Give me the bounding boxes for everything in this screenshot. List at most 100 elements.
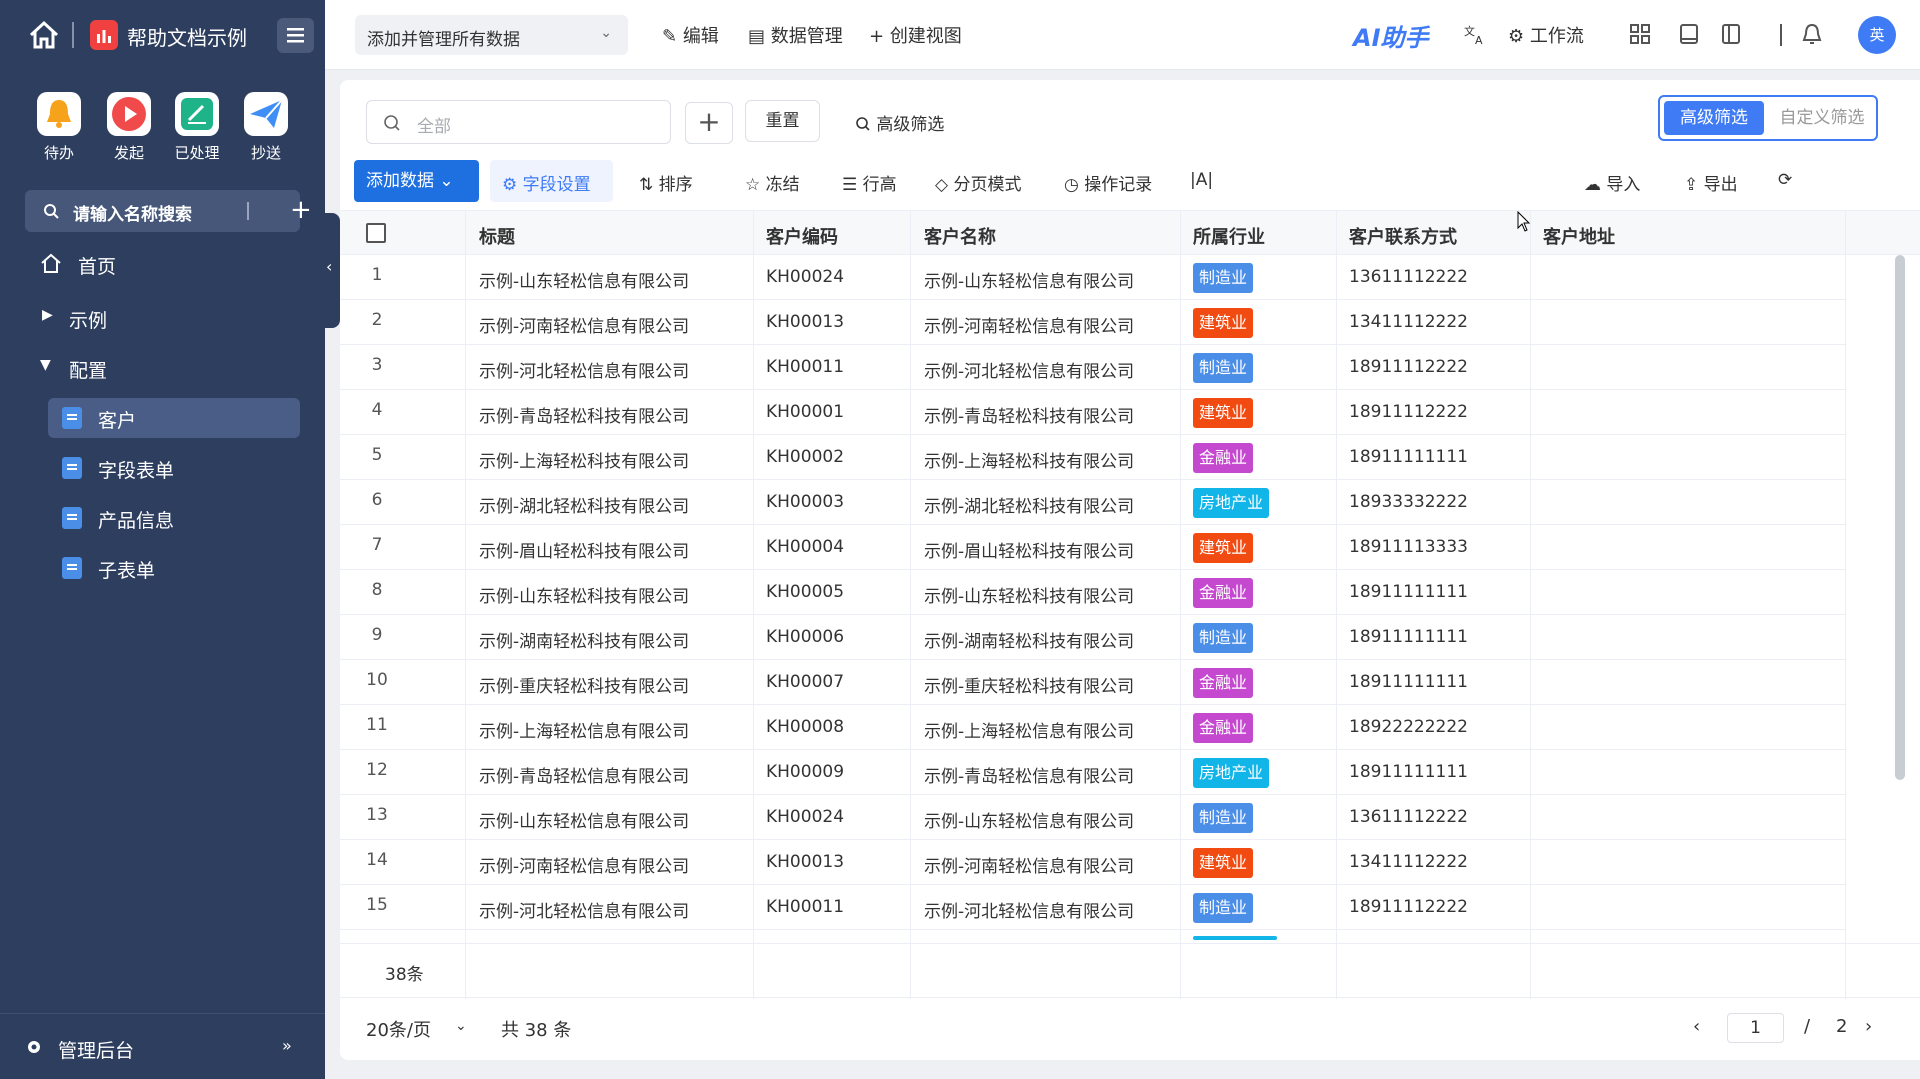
column-header[interactable]: 客户编码 bbox=[766, 223, 838, 249]
table-row[interactable]: 6 示例-湖北轻松科技有限公司 KH00003 示例-湖北轻松科技有限公司 房地产业 18… bbox=[340, 480, 1845, 525]
cell-title: 示例-重庆轻松科技有限公司 bbox=[479, 677, 690, 697]
export-button[interactable]: ⇪ 导出 bbox=[1684, 170, 1738, 195]
table-header: 标题 客户编码 客户名称 所属行业 客户联系方式 客户地址 bbox=[340, 210, 1920, 255]
bell-icon[interactable] bbox=[1800, 22, 1824, 46]
admin-label: 管理后台 bbox=[58, 1040, 135, 1062]
filter-search-input[interactable]: 全部 bbox=[366, 100, 671, 144]
history-button[interactable]: ◷ 操作记录 bbox=[1064, 170, 1152, 195]
avatar[interactable]: 英 bbox=[1858, 16, 1896, 54]
column-header[interactable]: 客户地址 bbox=[1543, 223, 1615, 249]
table-row[interactable]: 4 示例-青岛轻松科技有限公司 KH00001 示例-青岛轻松科技有限公司 建筑业 189… bbox=[340, 390, 1845, 435]
ai-assistant-button[interactable]: AI助手 bbox=[1353, 18, 1429, 53]
table-row[interactable]: 15 示例-河北轻松信息有限公司 KH00011 示例-河北轻松信息有限公司 制造业 18… bbox=[340, 885, 1845, 930]
sidebar-item-label: 子表单 bbox=[98, 560, 156, 582]
sort-button[interactable]: ⇅ 排序 bbox=[639, 170, 693, 195]
select-all-checkbox[interactable] bbox=[366, 223, 386, 243]
menu-toggle-button[interactable] bbox=[277, 18, 314, 53]
page-number-input[interactable]: 1 bbox=[1727, 1013, 1784, 1043]
column-header[interactable]: 客户联系方式 bbox=[1349, 223, 1457, 249]
apps-icon[interactable] bbox=[1628, 22, 1652, 46]
quick-todo[interactable]: 待办 bbox=[25, 92, 93, 163]
view-select[interactable]: 添加并管理所有数据 ⌄ bbox=[355, 15, 628, 55]
prev-page-icon[interactable]: ‹ bbox=[1693, 1016, 1700, 1037]
add-icon[interactable]: + bbox=[290, 195, 312, 225]
table-row[interactable]: 10 示例-重庆轻松科技有限公司 KH00007 示例-重庆轻松科技有限公司 金融业 18… bbox=[340, 660, 1845, 705]
column-header[interactable]: 标题 bbox=[479, 223, 515, 249]
quick-start[interactable]: 发起 bbox=[95, 92, 163, 163]
cell-customer-code: KH00006 bbox=[766, 627, 845, 647]
page-mode-button[interactable]: ◇ 分页模式 bbox=[935, 170, 1021, 195]
sidebar-item-field-form[interactable]: 字段表单 bbox=[48, 448, 300, 488]
workflow-button[interactable]: ⚙ 工作流 bbox=[1508, 22, 1584, 48]
cell-customer-code: KH00008 bbox=[766, 717, 845, 737]
sidebar-item-label: 首页 bbox=[78, 256, 117, 278]
vertical-scrollbar[interactable] bbox=[1895, 255, 1905, 780]
row-number: 2 bbox=[371, 310, 383, 330]
column-header[interactable]: 客户名称 bbox=[924, 223, 996, 249]
page-size-select[interactable]: 20条/页 bbox=[366, 1016, 431, 1042]
cell-customer-code: KH00001 bbox=[766, 402, 845, 422]
sidebar-item-home[interactable]: 首页 bbox=[0, 244, 325, 284]
record-count: 38条 bbox=[385, 965, 424, 985]
chevron-down-icon[interactable]: ⌄ bbox=[455, 1018, 467, 1034]
cell-customer-name: 示例-河北轻松信息有限公司 bbox=[924, 902, 1135, 922]
field-settings-button[interactable]: ⚙ 字段设置 bbox=[502, 170, 591, 195]
cell-customer-name: 示例-眉山轻松科技有限公司 bbox=[924, 542, 1135, 562]
cell-customer-code: KH00005 bbox=[766, 582, 845, 602]
tab-custom-filter[interactable]: 自定义筛选 bbox=[1772, 101, 1872, 135]
freeze-button[interactable]: ☆ 冻结 bbox=[745, 170, 800, 195]
table-row[interactable]: 1 示例-山东轻松信息有限公司 KH00024 示例-山东轻松信息有限公司 制造业 136… bbox=[340, 255, 1845, 300]
advanced-filter-button[interactable]: 高级筛选 bbox=[855, 110, 944, 135]
table-row[interactable]: 12 示例-青岛轻松信息有限公司 KH00009 示例-青岛轻松信息有限公司 房地产业 1… bbox=[340, 750, 1845, 795]
refresh-icon[interactable]: ⟳ bbox=[1778, 170, 1792, 190]
table-row[interactable]: 2 示例-河南轻松信息有限公司 KH00013 示例-河南轻松信息有限公司 建筑业 134… bbox=[340, 300, 1845, 345]
sidebar-search[interactable]: 请输入名称搜索 + bbox=[25, 190, 312, 232]
row-height-button[interactable]: ☰ 行高 bbox=[842, 170, 897, 195]
home-icon[interactable] bbox=[28, 19, 60, 51]
table-row[interactable]: 11 示例-上海轻松信息有限公司 KH00008 示例-上海轻松信息有限公司 金融业 18… bbox=[340, 705, 1845, 750]
industry-tag: 金融业 bbox=[1193, 443, 1254, 473]
create-view-button[interactable]: + 创建视图 bbox=[869, 22, 962, 48]
industry-tag: 建筑业 bbox=[1193, 308, 1254, 338]
add-data-button[interactable]: 添加数据 ⌄ bbox=[354, 160, 479, 202]
industry-tag: 制造业 bbox=[1193, 353, 1254, 383]
translate-icon[interactable]: 文A bbox=[1463, 22, 1487, 46]
cell-customer-name: 示例-山东轻松信息有限公司 bbox=[924, 812, 1135, 832]
quick-cc[interactable]: 抄送 bbox=[232, 92, 300, 163]
import-button[interactable]: ☁ 导入 bbox=[1584, 170, 1640, 195]
quick-processed[interactable]: 已处理 bbox=[163, 92, 231, 163]
sidebar-item-customer[interactable]: 客户 bbox=[48, 398, 300, 438]
book-icon[interactable] bbox=[1677, 22, 1701, 46]
edit-button[interactable]: ✎ 编辑 bbox=[662, 22, 719, 48]
workflow-label: 工作流 bbox=[1529, 26, 1584, 47]
next-page-icon[interactable]: › bbox=[1865, 1016, 1872, 1037]
sidebar-collapse-handle[interactable]: ‹ bbox=[325, 213, 340, 328]
reset-button[interactable]: 重置 bbox=[745, 100, 820, 142]
cell-customer-name: 示例-山东轻松信息有限公司 bbox=[924, 272, 1135, 292]
panel-icon[interactable] bbox=[1719, 22, 1743, 46]
column-header[interactable]: 所属行业 bbox=[1193, 223, 1265, 249]
table-row[interactable]: 13 示例-山东轻松信息有限公司 KH00024 示例-山东轻松信息有限公司 制造业 13… bbox=[340, 795, 1845, 840]
sidebar: 帮助文档示例 待办 发起 已处理 抄送 请输入名称搜索 + 首页 ▶ 示例 ▼ … bbox=[0, 0, 325, 1079]
data-manage-button[interactable]: ▤ 数据管理 bbox=[748, 22, 843, 48]
admin-footer[interactable]: 管理后台 » bbox=[0, 1013, 325, 1079]
add-filter-button[interactable]: + bbox=[685, 102, 733, 144]
quick-label: 已处理 bbox=[174, 144, 220, 162]
cell-customer-code: KH00007 bbox=[766, 672, 845, 692]
sidebar-item-config[interactable]: ▼ 配置 bbox=[0, 348, 325, 388]
table-row[interactable]: 5 示例-上海轻松科技有限公司 KH00002 示例-上海轻松科技有限公司 金融业 189… bbox=[340, 435, 1845, 480]
table-row[interactable]: 9 示例-湖南轻松科技有限公司 KH00006 示例-湖南轻松科技有限公司 制造业 189… bbox=[340, 615, 1845, 660]
table-row[interactable]: 14 示例-河南轻松信息有限公司 KH00013 示例-河南轻松信息有限公司 建筑业 13… bbox=[340, 840, 1845, 885]
row-number: 1 bbox=[371, 265, 383, 285]
sort-label: 排序 bbox=[658, 175, 693, 195]
sidebar-item-subform[interactable]: 子表单 bbox=[48, 548, 300, 588]
sidebar-item-example[interactable]: ▶ 示例 bbox=[0, 298, 325, 338]
text-mode-button[interactable]: |A| bbox=[1190, 170, 1213, 190]
table-row[interactable]: 7 示例-眉山轻松科技有限公司 KH00004 示例-眉山轻松科技有限公司 建筑业 189… bbox=[340, 525, 1845, 570]
table-row[interactable]: 8 示例-山东轻松科技有限公司 KH00005 示例-山东轻松科技有限公司 金融业 189… bbox=[340, 570, 1845, 615]
table-row[interactable]: 3 示例-河北轻松信息有限公司 KH00011 示例-河北轻松信息有限公司 制造业 189… bbox=[340, 345, 1845, 390]
tab-advanced-filter[interactable]: 高级筛选 bbox=[1664, 101, 1764, 135]
sidebar-item-product-info[interactable]: 产品信息 bbox=[48, 498, 300, 538]
cell-title: 示例-河南轻松信息有限公司 bbox=[479, 857, 690, 877]
collapse-icon[interactable]: » bbox=[282, 1036, 292, 1055]
